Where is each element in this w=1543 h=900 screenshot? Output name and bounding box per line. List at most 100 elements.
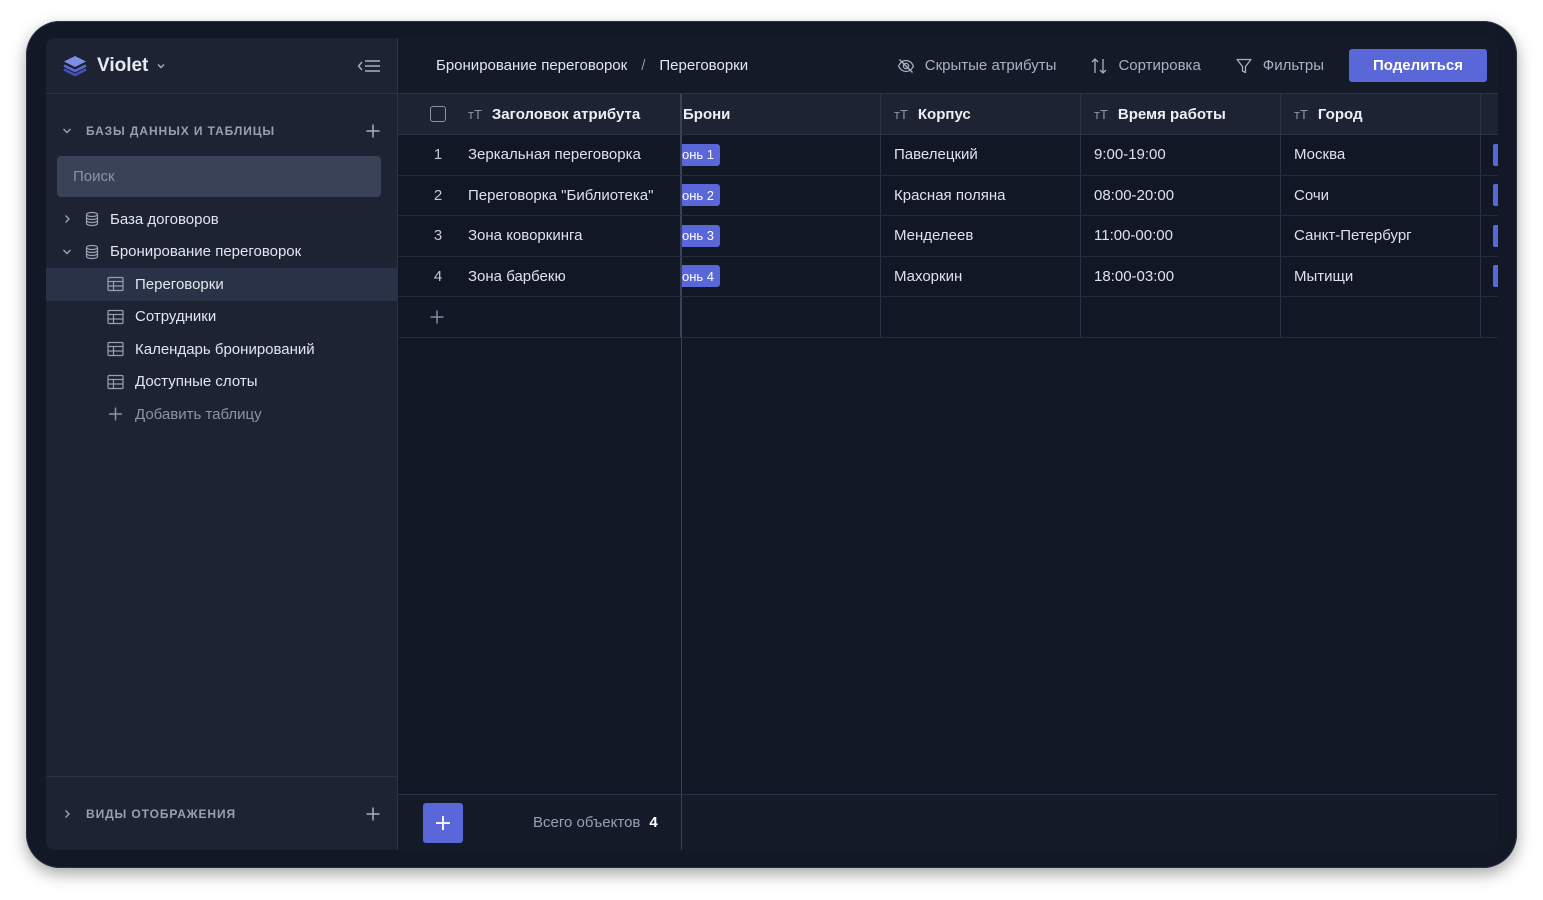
- column-city-label: Город: [1317, 105, 1363, 123]
- views-section-title: ВИДЫ ОТОБРАЖЕНИЯ: [86, 806, 237, 821]
- title-cell[interactable]: 2 Переговорка "Библиотека": [398, 175, 681, 215]
- database-item-room-booking[interactable]: Бронирование переговорок: [46, 236, 397, 269]
- table-row[interactable]: 2 Переговорка "Библиотека" онь 2 Красная…: [398, 175, 1498, 216]
- collapse-menu-icon: [357, 59, 380, 72]
- chevron-down-icon: [157, 63, 165, 68]
- database-label: База договоров: [110, 210, 219, 228]
- text-type-icon: тТ: [1094, 106, 1108, 122]
- database-label: Бронирование переговорок: [110, 243, 302, 261]
- city-cell[interactable]: Москва: [1281, 135, 1481, 175]
- building-cell[interactable]: Махоркин: [881, 256, 1081, 296]
- add-table-button[interactable]: Добавить таблицу: [46, 398, 397, 431]
- column-header-building[interactable]: тТ Корпус: [881, 94, 1081, 134]
- title-value: Зона барбекю: [468, 267, 566, 285]
- booking-link-chip[interactable]: онь 2: [682, 184, 721, 207]
- empty-cell: [1481, 297, 1498, 337]
- row-number: 2: [433, 186, 443, 204]
- sort-button[interactable]: Сортировка: [1090, 57, 1201, 75]
- breadcrumb-separator: /: [641, 57, 646, 74]
- bookings-cell[interactable]: онь 1: [681, 135, 881, 175]
- databases-section-header[interactable]: БАЗЫ ДАННЫХ И ТАБЛИЦЫ: [46, 116, 397, 146]
- bookings-cell[interactable]: онь 3: [681, 216, 881, 256]
- database-tree: База договоров Бронирование переговорок: [46, 203, 397, 431]
- hidden-attributes-button[interactable]: Скрытые атрибуты: [897, 57, 1056, 75]
- title-value: Переговорка "Библиотека": [468, 186, 654, 204]
- column-header-city[interactable]: тТ Город: [1281, 94, 1481, 134]
- text-type-icon: тТ: [1294, 106, 1308, 122]
- clipped-chip: [1493, 224, 1498, 247]
- breadcrumb-database[interactable]: Бронирование переговорок: [436, 57, 627, 74]
- city-cell[interactable]: Мытищи: [1281, 256, 1481, 296]
- hours-cell[interactable]: 11:00-00:00: [1081, 216, 1281, 256]
- database-icon: [85, 244, 99, 259]
- hours-cell[interactable]: 18:00-03:00: [1081, 256, 1281, 296]
- bookings-cell[interactable]: онь 4: [681, 256, 881, 296]
- title-value: Зеркальная переговорка: [468, 146, 641, 164]
- add-row-button[interactable]: [398, 297, 681, 337]
- row-number: 4: [433, 267, 443, 285]
- hours-cell[interactable]: 9:00-19:00: [1081, 135, 1281, 175]
- table-item-booking-calendar[interactable]: Календарь бронирований: [46, 333, 397, 366]
- table-item-available-slots[interactable]: Доступные слоты: [46, 366, 397, 399]
- bookings-cell[interactable]: онь 2: [681, 175, 881, 215]
- table-icon: [107, 277, 124, 292]
- table-item-rooms[interactable]: Переговорки: [46, 268, 397, 301]
- select-all-checkbox[interactable]: [430, 106, 446, 122]
- table-icon: [107, 309, 124, 324]
- app-window: Violet БАЗЫ ДАННЫХ И ТАБЛИЦЫ Поиск База …: [46, 38, 1498, 850]
- column-hours-label: Время работы: [1117, 105, 1226, 123]
- table-header-row: тТ Заголовок атрибута Брони тТ Корпус тТ…: [398, 94, 1498, 135]
- frozen-column-divider: [681, 795, 682, 850]
- table-row[interactable]: 1 Зеркальная переговорка онь 1 Павелецки…: [398, 135, 1498, 176]
- building-cell[interactable]: Павелецкий: [881, 135, 1081, 175]
- booking-link-chip[interactable]: онь 4: [682, 265, 721, 288]
- frozen-column-divider: [681, 94, 682, 794]
- text-type-icon: тТ: [468, 106, 482, 122]
- data-grid: тТ Заголовок атрибута Брони тТ Корпус тТ…: [398, 94, 1498, 794]
- add-view-icon[interactable]: [365, 806, 381, 822]
- table-row[interactable]: 3 Зона коворкинга онь 3 Менделеев 11:00-…: [398, 216, 1498, 257]
- sidebar-search-input[interactable]: [57, 156, 381, 197]
- table-icon: [107, 342, 124, 357]
- share-button[interactable]: Поделиться: [1348, 49, 1487, 82]
- title-cell[interactable]: 4 Зона барбекю: [398, 256, 681, 296]
- column-header-hours[interactable]: тТ Время работы: [1081, 94, 1281, 134]
- workspace-name: Violet: [97, 54, 149, 76]
- column-building-label: Корпус: [917, 105, 971, 123]
- plus-icon: [109, 407, 122, 421]
- city-cell[interactable]: Санкт-Петербург: [1281, 216, 1481, 256]
- overflow-cell: [1481, 176, 1498, 216]
- overflow-cell: [1481, 135, 1498, 175]
- building-cell[interactable]: Красная поляна: [881, 175, 1081, 215]
- databases-section-title: БАЗЫ ДАННЫХ И ТАБЛИЦЫ: [86, 124, 276, 138]
- table-row[interactable]: 4 Зона барбекю онь 4 Махоркин 18:00-03:0…: [398, 256, 1498, 297]
- table-item-employees[interactable]: Сотрудники: [46, 301, 397, 334]
- views-section-header[interactable]: ВИДЫ ОТОБРАЖЕНИЯ: [46, 776, 397, 850]
- sort-label: Сортировка: [1118, 57, 1201, 74]
- chevron-down-icon: [63, 128, 71, 134]
- column-header-title[interactable]: тТ Заголовок атрибута: [398, 94, 681, 134]
- breadcrumb-table[interactable]: Переговорки: [659, 57, 748, 74]
- title-cell[interactable]: 3 Зона коворкинга: [398, 216, 681, 256]
- column-header-bookings[interactable]: Брони: [681, 94, 881, 134]
- database-item-contracts[interactable]: База договоров: [46, 203, 397, 236]
- table-label: Сотрудники: [135, 308, 217, 326]
- clipped-chip: [1493, 143, 1498, 166]
- add-database-icon[interactable]: [365, 123, 381, 139]
- bottom-bar: Всего объектов 4: [398, 794, 1498, 850]
- building-cell[interactable]: Менделеев: [881, 216, 1081, 256]
- collapse-sidebar-button[interactable]: [357, 56, 381, 76]
- filters-button[interactable]: Фильтры: [1235, 57, 1324, 75]
- workspace-switcher[interactable]: Violet: [46, 38, 397, 94]
- empty-cell: [1281, 297, 1481, 337]
- sort-arrows-icon: [1092, 57, 1107, 74]
- booking-link-chip[interactable]: онь 3: [682, 224, 721, 247]
- city-cell[interactable]: Сочи: [1281, 175, 1481, 215]
- title-cell[interactable]: 1 Зеркальная переговорка: [398, 135, 681, 175]
- hours-cell[interactable]: 08:00-20:00: [1081, 175, 1281, 215]
- overflow-cell: [1481, 257, 1498, 297]
- chevron-right-icon: [65, 809, 70, 818]
- add-record-button[interactable]: [423, 802, 463, 843]
- chevron-down-icon: [63, 249, 71, 255]
- booking-link-chip[interactable]: онь 1: [682, 143, 721, 166]
